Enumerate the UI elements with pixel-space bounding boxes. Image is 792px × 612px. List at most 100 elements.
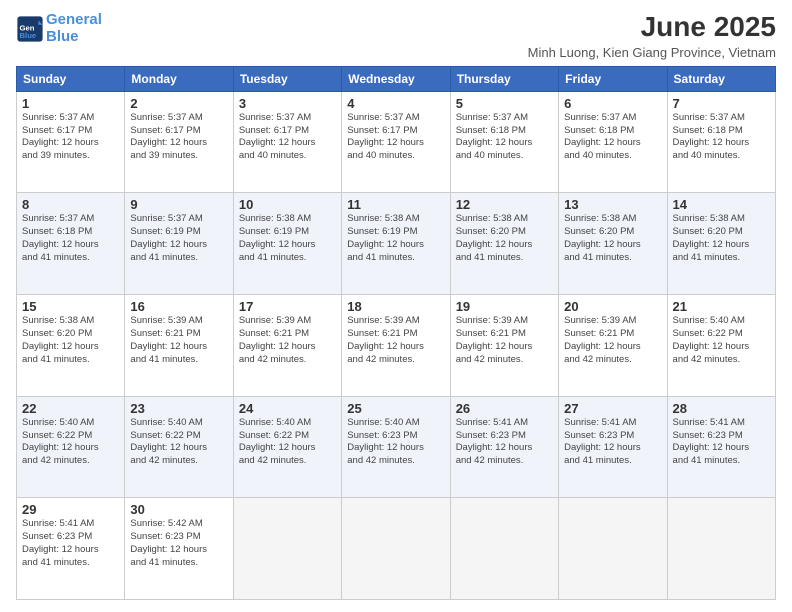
calendar-day-cell: 2Sunrise: 5:37 AM Sunset: 6:17 PM Daylig… [125,91,233,193]
day-info: Sunrise: 5:40 AM Sunset: 6:22 PM Dayligh… [130,417,227,468]
calendar-week-row: 22Sunrise: 5:40 AM Sunset: 6:22 PM Dayli… [17,396,776,498]
day-number: 30 [130,502,227,517]
day-number: 29 [22,502,119,517]
calendar-day-cell: 6Sunrise: 5:37 AM Sunset: 6:18 PM Daylig… [559,91,667,193]
day-info: Sunrise: 5:41 AM Sunset: 6:23 PM Dayligh… [564,417,661,468]
day-info: Sunrise: 5:40 AM Sunset: 6:22 PM Dayligh… [673,315,770,366]
month-title: June 2025 [528,12,776,43]
day-info: Sunrise: 5:37 AM Sunset: 6:18 PM Dayligh… [456,112,553,163]
calendar-day-cell: 17Sunrise: 5:39 AM Sunset: 6:21 PM Dayli… [233,295,341,397]
day-info: Sunrise: 5:39 AM Sunset: 6:21 PM Dayligh… [456,315,553,366]
day-info: Sunrise: 5:37 AM Sunset: 6:17 PM Dayligh… [239,112,336,163]
day-number: 1 [22,96,119,111]
calendar-day-cell: 18Sunrise: 5:39 AM Sunset: 6:21 PM Dayli… [342,295,450,397]
day-number: 12 [456,197,553,212]
calendar-day-cell [667,498,775,600]
weekday-header-friday: Friday [559,66,667,91]
day-info: Sunrise: 5:37 AM Sunset: 6:19 PM Dayligh… [130,213,227,264]
day-number: 26 [456,401,553,416]
day-info: Sunrise: 5:40 AM Sunset: 6:23 PM Dayligh… [347,417,444,468]
day-number: 25 [347,401,444,416]
day-number: 2 [130,96,227,111]
calendar-week-row: 1Sunrise: 5:37 AM Sunset: 6:17 PM Daylig… [17,91,776,193]
calendar-day-cell: 7Sunrise: 5:37 AM Sunset: 6:18 PM Daylig… [667,91,775,193]
calendar-day-cell: 28Sunrise: 5:41 AM Sunset: 6:23 PM Dayli… [667,396,775,498]
calendar-day-cell: 5Sunrise: 5:37 AM Sunset: 6:18 PM Daylig… [450,91,558,193]
day-info: Sunrise: 5:39 AM Sunset: 6:21 PM Dayligh… [564,315,661,366]
weekday-header-thursday: Thursday [450,66,558,91]
logo-icon: Gen Blue [16,15,44,43]
day-info: Sunrise: 5:39 AM Sunset: 6:21 PM Dayligh… [347,315,444,366]
calendar-day-cell: 11Sunrise: 5:38 AM Sunset: 6:19 PM Dayli… [342,193,450,295]
weekday-header-saturday: Saturday [667,66,775,91]
day-info: Sunrise: 5:37 AM Sunset: 6:17 PM Dayligh… [22,112,119,163]
day-number: 17 [239,299,336,314]
calendar-day-cell: 3Sunrise: 5:37 AM Sunset: 6:17 PM Daylig… [233,91,341,193]
day-info: Sunrise: 5:38 AM Sunset: 6:20 PM Dayligh… [673,213,770,264]
calendar-week-row: 8Sunrise: 5:37 AM Sunset: 6:18 PM Daylig… [17,193,776,295]
day-info: Sunrise: 5:41 AM Sunset: 6:23 PM Dayligh… [456,417,553,468]
day-number: 7 [673,96,770,111]
calendar-day-cell: 27Sunrise: 5:41 AM Sunset: 6:23 PM Dayli… [559,396,667,498]
day-number: 13 [564,197,661,212]
day-number: 16 [130,299,227,314]
day-info: Sunrise: 5:38 AM Sunset: 6:20 PM Dayligh… [564,213,661,264]
calendar-day-cell: 24Sunrise: 5:40 AM Sunset: 6:22 PM Dayli… [233,396,341,498]
calendar-day-cell: 25Sunrise: 5:40 AM Sunset: 6:23 PM Dayli… [342,396,450,498]
calendar-day-cell: 4Sunrise: 5:37 AM Sunset: 6:17 PM Daylig… [342,91,450,193]
logo: Gen Blue GeneralBlue [16,12,102,45]
calendar-day-cell: 19Sunrise: 5:39 AM Sunset: 6:21 PM Dayli… [450,295,558,397]
calendar-day-cell: 21Sunrise: 5:40 AM Sunset: 6:22 PM Dayli… [667,295,775,397]
logo-text: GeneralBlue [46,12,102,45]
calendar-day-cell [559,498,667,600]
day-info: Sunrise: 5:38 AM Sunset: 6:19 PM Dayligh… [239,213,336,264]
day-number: 10 [239,197,336,212]
weekday-header-sunday: Sunday [17,66,125,91]
day-info: Sunrise: 5:41 AM Sunset: 6:23 PM Dayligh… [22,518,119,569]
calendar-day-cell: 26Sunrise: 5:41 AM Sunset: 6:23 PM Dayli… [450,396,558,498]
day-info: Sunrise: 5:39 AM Sunset: 6:21 PM Dayligh… [239,315,336,366]
calendar-day-cell: 9Sunrise: 5:37 AM Sunset: 6:19 PM Daylig… [125,193,233,295]
calendar-day-cell [342,498,450,600]
calendar-day-cell [450,498,558,600]
header: Gen Blue GeneralBlue June 2025 Minh Luon… [16,12,776,60]
day-info: Sunrise: 5:37 AM Sunset: 6:18 PM Dayligh… [22,213,119,264]
calendar-day-cell: 10Sunrise: 5:38 AM Sunset: 6:19 PM Dayli… [233,193,341,295]
day-number: 9 [130,197,227,212]
calendar-day-cell: 1Sunrise: 5:37 AM Sunset: 6:17 PM Daylig… [17,91,125,193]
calendar-day-cell [233,498,341,600]
calendar: SundayMondayTuesdayWednesdayThursdayFrid… [16,66,776,600]
day-info: Sunrise: 5:37 AM Sunset: 6:18 PM Dayligh… [673,112,770,163]
day-info: Sunrise: 5:40 AM Sunset: 6:22 PM Dayligh… [22,417,119,468]
day-number: 18 [347,299,444,314]
calendar-day-cell: 29Sunrise: 5:41 AM Sunset: 6:23 PM Dayli… [17,498,125,600]
day-number: 11 [347,197,444,212]
calendar-day-cell: 13Sunrise: 5:38 AM Sunset: 6:20 PM Dayli… [559,193,667,295]
day-info: Sunrise: 5:41 AM Sunset: 6:23 PM Dayligh… [673,417,770,468]
day-info: Sunrise: 5:40 AM Sunset: 6:22 PM Dayligh… [239,417,336,468]
weekday-header-row: SundayMondayTuesdayWednesdayThursdayFrid… [17,66,776,91]
day-info: Sunrise: 5:37 AM Sunset: 6:17 PM Dayligh… [130,112,227,163]
day-number: 15 [22,299,119,314]
day-number: 20 [564,299,661,314]
day-number: 21 [673,299,770,314]
day-number: 28 [673,401,770,416]
day-number: 19 [456,299,553,314]
day-number: 14 [673,197,770,212]
page: Gen Blue GeneralBlue June 2025 Minh Luon… [0,0,792,612]
day-number: 8 [22,197,119,212]
day-number: 27 [564,401,661,416]
day-number: 3 [239,96,336,111]
calendar-day-cell: 20Sunrise: 5:39 AM Sunset: 6:21 PM Dayli… [559,295,667,397]
calendar-day-cell: 14Sunrise: 5:38 AM Sunset: 6:20 PM Dayli… [667,193,775,295]
location-title: Minh Luong, Kien Giang Province, Vietnam [528,45,776,60]
weekday-header-wednesday: Wednesday [342,66,450,91]
day-number: 23 [130,401,227,416]
calendar-week-row: 29Sunrise: 5:41 AM Sunset: 6:23 PM Dayli… [17,498,776,600]
day-info: Sunrise: 5:38 AM Sunset: 6:19 PM Dayligh… [347,213,444,264]
weekday-header-monday: Monday [125,66,233,91]
calendar-day-cell: 15Sunrise: 5:38 AM Sunset: 6:20 PM Dayli… [17,295,125,397]
calendar-day-cell: 12Sunrise: 5:38 AM Sunset: 6:20 PM Dayli… [450,193,558,295]
calendar-day-cell: 8Sunrise: 5:37 AM Sunset: 6:18 PM Daylig… [17,193,125,295]
day-number: 22 [22,401,119,416]
